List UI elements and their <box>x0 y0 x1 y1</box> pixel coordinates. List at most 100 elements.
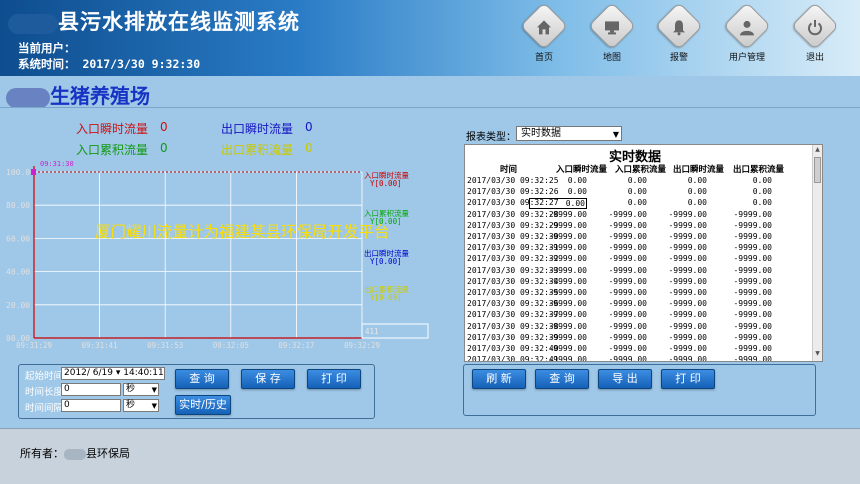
table-row[interactable]: 2017/03/30 09:32:40 -9999.00 -9999.00 -9999… <box>465 344 810 355</box>
scroll-down-icon[interactable]: ▼ <box>813 350 822 360</box>
table-cell: -9999.00 <box>668 288 707 297</box>
table-cell: 0.00 <box>627 187 647 197</box>
table-cell: 2017/03/30 09:32:38 <box>467 321 559 331</box>
table-cell: -9999.00 <box>608 310 647 320</box>
scroll-up-icon[interactable]: ▲ <box>813 146 822 156</box>
table-row[interactable]: 2017/03/30 09:32:31 -9999.00 -9999.00 -9999… <box>465 243 810 254</box>
table-cell: -9999.00 <box>548 209 587 219</box>
chevron-down-icon: ▼ <box>151 402 157 410</box>
table-cell: -9999.00 <box>548 288 587 297</box>
table-scrollbar[interactable]: ▲ ▼ <box>812 145 822 361</box>
nav-user-management[interactable]: 用户管理 <box>719 1 775 63</box>
inlet-total-flow: 入口累积流量 0 <box>76 141 168 157</box>
duration-unit-select[interactable]: 秒 ▼ <box>123 383 159 396</box>
nav-logout-label: 退出 <box>805 53 824 63</box>
nav-alarm[interactable]: 报警 <box>651 1 707 63</box>
table-cell: -9999.00 <box>608 332 647 342</box>
report-query-button[interactable]: 查 询 <box>535 369 589 389</box>
column-header: 时间 <box>500 165 518 175</box>
column-header: 出口瞬时流量 <box>673 165 725 175</box>
report-type-select[interactable]: 实时数据 ▼ <box>516 126 622 141</box>
table-cell: 0.00 <box>687 176 707 185</box>
realtime-history-button[interactable]: 实时/历史 <box>175 395 231 415</box>
nav-user-label: 用户管理 <box>728 53 765 63</box>
table-row[interactable]: 2017/03/30 09:32:29 -9999.00 -9999.00 -9999… <box>465 221 810 232</box>
table-cell: 2017/03/30 09:32:35 <box>467 288 559 297</box>
table-row[interactable]: 2017/03/30 09:32:41 -9999.00 -9999.00 -9999… <box>465 355 810 362</box>
table-cell: -9999.00 <box>668 321 707 331</box>
table-row[interactable]: 2017/03/30 09:32:25 0.00 0.00 0.00 0.00 <box>465 176 810 187</box>
table-row[interactable]: 2017/03/30 09:32:33 -9999.00 -9999.00 -9999… <box>465 266 810 277</box>
table-cell: -9999.00 <box>733 355 772 362</box>
data-table: 实时数据 时间 入口瞬时流量 入口累积流量 出口瞬时流量 出口累积流量 2017… <box>464 144 823 362</box>
table-cell: -9999.00 <box>668 209 707 219</box>
table-cell: -9999.00 <box>608 321 647 331</box>
table-cell: -9999.00 <box>548 265 587 275</box>
nav-logout[interactable]: 退出 <box>787 1 843 63</box>
duration-input[interactable]: 0 <box>61 383 121 396</box>
table-cell: 0.00 <box>687 198 707 208</box>
table-cell: -9999.00 <box>668 332 707 342</box>
table-cell: -9999.00 <box>733 243 772 253</box>
table-row[interactable]: 2017/03/30 09:32:36 -9999.00 -9999.00 -9999… <box>465 299 810 310</box>
table-cell: -9999.00 <box>668 265 707 275</box>
table-cell: -9999.00 <box>733 209 772 219</box>
table-cell: -9999.00 <box>733 310 772 320</box>
nav-map[interactable]: 地图 <box>584 1 640 63</box>
table-cell: -9999.00 <box>608 243 647 253</box>
cursor-time-label: 09:31:30 <box>40 160 74 168</box>
report-print-button[interactable]: 打 印 <box>661 369 715 389</box>
table-row[interactable]: 2017/03/30 09:32:30 -9999.00 -9999.00 -9999… <box>465 232 810 243</box>
refresh-button[interactable]: 刷 新 <box>472 369 526 389</box>
user-icon <box>722 1 772 51</box>
table-cell: -9999.00 <box>668 310 707 320</box>
table-row[interactable]: 2017/03/30 09:32:26 0.00 0.00 0.00 0.00 <box>465 187 810 198</box>
divider <box>0 107 860 108</box>
print-button[interactable]: 打 印 <box>307 369 361 389</box>
y-tick-label: 80.00 <box>6 201 30 210</box>
redacted-region <box>6 87 50 108</box>
export-button[interactable]: 导 出 <box>598 369 652 389</box>
outlet-instant-flow-value: 0 <box>305 120 313 134</box>
redacted-region <box>8 13 58 34</box>
table-cell: 0.00 <box>752 176 772 185</box>
table-row[interactable]: 2017/03/30 09:32:34 -9999.00 -9999.00 -9999… <box>465 277 810 288</box>
chevron-down-icon: ▼ <box>612 130 619 139</box>
save-button[interactable]: 保 存 <box>241 369 295 389</box>
nav-alarm-label: 报警 <box>669 53 688 63</box>
app-title: 县污水排放在线监测系统 <box>8 6 300 36</box>
table-cell: 0.00 <box>567 187 587 197</box>
table-cell: -9999.00 <box>608 276 647 286</box>
table-cell: -9999.00 <box>668 254 707 264</box>
table-row[interactable]: 2017/03/30 09:32:39 -9999.00 -9999.00 -9999… <box>465 333 810 344</box>
interval-unit-select[interactable]: 秒 ▼ <box>123 399 159 412</box>
table-row[interactable]: 2017/03/30 09:32:37 -9999.00 -9999.00 -9999… <box>465 310 810 321</box>
table-cell: -9999.00 <box>668 355 707 362</box>
x-tick-label: 09:31:41 <box>82 341 118 350</box>
scroll-thumb[interactable] <box>814 157 821 183</box>
outlet-total-flow-value: 0 <box>305 141 313 155</box>
table-cell: -9999.00 <box>608 299 647 309</box>
inlet-instant-flow: 入口瞬时流量 0 <box>76 120 168 136</box>
value-box-text: 411 <box>365 327 379 336</box>
site-name: 生猪养殖场 <box>6 80 150 109</box>
table-cell: 2017/03/30 09:32:29 <box>467 220 559 230</box>
table-cell: 2017/03/30 09:32:26 <box>467 187 559 197</box>
nav-home[interactable]: 首页 <box>516 1 572 63</box>
table-row[interactable]: 2017/03/30 09:32:32 -9999.00 -9999.00 -9999… <box>465 254 810 265</box>
column-header: 入口累积流量 <box>615 165 667 175</box>
table-row[interactable]: 2017/03/30 09:32:28 -9999.00 -9999.00 -9999… <box>465 210 810 221</box>
current-user: 当前用户： <box>18 41 76 55</box>
bell-icon <box>654 1 704 51</box>
inlet-total-flow-value: 0 <box>160 141 168 155</box>
table-cell: -9999.00 <box>733 254 772 264</box>
table-cell: -9999.00 <box>668 220 707 230</box>
table-row[interactable]: 2017/03/30 09:32:35 -9999.00 -9999.00 -9999… <box>465 288 810 299</box>
table-cell: 2017/03/30 09:32:28 <box>467 209 559 219</box>
table-row[interactable]: 2017/03/30 09:32:27 0.00 0.00 0.00 0.00 <box>465 198 810 210</box>
query-button[interactable]: 查 询 <box>175 369 229 389</box>
table-row[interactable]: 2017/03/30 09:32:38 -9999.00 -9999.00 -9999… <box>465 322 810 333</box>
interval-input[interactable]: 0 <box>61 399 121 412</box>
start-time-input[interactable]: 2012/ 6/19 ▾ 14:40:11 <box>61 367 165 380</box>
table-cell: 0.00 <box>687 187 707 197</box>
